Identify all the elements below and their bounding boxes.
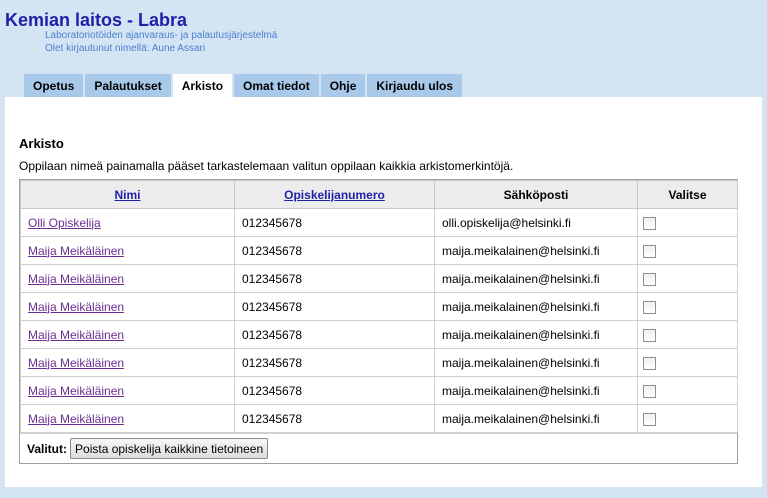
name-cell: Maija Meikäläinen xyxy=(20,348,235,377)
content-panel: Arkisto Oppilaan nimeä painamalla pääset… xyxy=(5,97,762,487)
name-cell: Olli Opiskelija xyxy=(20,208,235,237)
select-cell xyxy=(637,404,738,433)
select-checkbox[interactable] xyxy=(643,412,656,426)
select-checkbox[interactable] xyxy=(643,328,656,342)
table-row: Maija Meikäläinen 012345678 maija.meikal… xyxy=(20,376,738,405)
archive-table-container: Nimi Opiskelijanumero Sähköposti Valitse… xyxy=(19,179,738,464)
tab-kirjaudu-ulos[interactable]: Kirjaudu ulos xyxy=(367,74,463,97)
main-tabs: Opetus Palautukset Arkisto Omat tiedot O… xyxy=(24,74,464,97)
email-cell: maija.meikalainen@helsinki.fi xyxy=(434,236,638,265)
student-name-link[interactable]: Maija Meikäläinen xyxy=(28,356,124,370)
student-number-cell: 012345678 xyxy=(234,292,435,321)
student-name-link[interactable]: Maija Meikäläinen xyxy=(28,272,124,286)
student-number-cell: 012345678 xyxy=(234,236,435,265)
table-row: Maija Meikäläinen 012345678 maija.meikal… xyxy=(20,264,738,293)
email-cell: maija.meikalainen@helsinki.fi xyxy=(434,264,638,293)
student-name-link[interactable]: Olli Opiskelija xyxy=(28,216,101,230)
table-header-row: Nimi Opiskelijanumero Sähköposti Valitse xyxy=(20,180,738,209)
select-cell xyxy=(637,208,738,237)
app-title: Kemian laitos - Labra xyxy=(5,10,188,30)
student-name-link[interactable]: Maija Meikäläinen xyxy=(28,244,124,258)
page-description: Oppilaan nimeä painamalla pääset tarkast… xyxy=(19,159,514,173)
student-number-cell: 012345678 xyxy=(234,404,435,433)
column-header-email: Sähköposti xyxy=(434,180,638,209)
name-cell: Maija Meikäläinen xyxy=(20,236,235,265)
column-header-select: Valitse xyxy=(637,180,738,209)
name-cell: Maija Meikäläinen xyxy=(20,292,235,321)
tab-arkisto[interactable]: Arkisto xyxy=(172,74,233,97)
select-cell xyxy=(637,236,738,265)
student-number-cell: 012345678 xyxy=(234,376,435,405)
select-cell xyxy=(637,376,738,405)
column-header-student-number: Opiskelijanumero xyxy=(234,180,435,209)
select-checkbox[interactable] xyxy=(643,384,656,398)
table-row: Maija Meikäläinen 012345678 maija.meikal… xyxy=(20,320,738,349)
student-number-cell: 012345678 xyxy=(234,348,435,377)
tab-palautukset[interactable]: Palautukset xyxy=(85,74,171,97)
select-cell xyxy=(637,292,738,321)
tab-ohje[interactable]: Ohje xyxy=(320,74,366,97)
sort-by-student-number-link[interactable]: Opiskelijanumero xyxy=(284,188,385,202)
email-cell: maija.meikalainen@helsinki.fi xyxy=(434,292,638,321)
student-number-cell: 012345678 xyxy=(234,208,435,237)
select-checkbox[interactable] xyxy=(643,272,656,286)
system-description: Laboratoriotöiden ajanvaraus- ja palautu… xyxy=(45,30,278,41)
student-number-cell: 012345678 xyxy=(234,264,435,293)
email-cell: maija.meikalainen@helsinki.fi xyxy=(434,404,638,433)
email-cell: maija.meikalainen@helsinki.fi xyxy=(434,320,638,349)
table-row: Maija Meikäläinen 012345678 maija.meikal… xyxy=(20,348,738,377)
name-cell: Maija Meikäläinen xyxy=(20,376,235,405)
student-name-link[interactable]: Maija Meikäläinen xyxy=(28,300,124,314)
name-cell: Maija Meikäläinen xyxy=(20,404,235,433)
logged-in-user: Olet kirjautunut nimellä: Aune Assari xyxy=(45,43,206,54)
select-checkbox[interactable] xyxy=(643,216,656,230)
select-checkbox[interactable] xyxy=(643,244,656,258)
header-subtitle: Laboratoriotöiden ajanvaraus- ja palautu… xyxy=(45,29,277,55)
page-title: Arkisto xyxy=(19,136,64,151)
tab-opetus[interactable]: Opetus xyxy=(24,74,84,97)
name-cell: Maija Meikäläinen xyxy=(20,320,235,349)
select-checkbox[interactable] xyxy=(643,300,656,314)
table-row: Maija Meikäläinen 012345678 maija.meikal… xyxy=(20,236,738,265)
table-footer: Valitut: Poista opiskelija kaikkine tiet… xyxy=(20,433,737,463)
select-cell xyxy=(637,264,738,293)
selected-label: Valitut: xyxy=(27,441,68,456)
table-row: Maija Meikäläinen 012345678 maija.meikal… xyxy=(20,404,738,433)
student-name-link[interactable]: Maija Meikäläinen xyxy=(28,384,124,398)
table-row: Olli Opiskelija 012345678 olli.opiskelij… xyxy=(20,208,738,237)
sort-by-name-link[interactable]: Nimi xyxy=(114,188,140,202)
table-row: Maija Meikäläinen 012345678 maija.meikal… xyxy=(20,292,738,321)
email-cell: olli.opiskelija@helsinki.fi xyxy=(434,208,638,237)
tab-omat-tiedot[interactable]: Omat tiedot xyxy=(234,74,319,97)
student-number-cell: 012345678 xyxy=(234,320,435,349)
delete-student-button[interactable]: Poista opiskelija kaikkine tietoineen xyxy=(70,438,269,459)
email-cell: maija.meikalainen@helsinki.fi xyxy=(434,348,638,377)
student-name-link[interactable]: Maija Meikäläinen xyxy=(28,328,124,342)
student-name-link[interactable]: Maija Meikäläinen xyxy=(28,412,124,426)
select-cell xyxy=(637,348,738,377)
name-cell: Maija Meikäläinen xyxy=(20,264,235,293)
column-header-name: Nimi xyxy=(20,180,235,209)
archive-table: Nimi Opiskelijanumero Sähköposti Valitse… xyxy=(20,180,738,433)
email-cell: maija.meikalainen@helsinki.fi xyxy=(434,376,638,405)
select-cell xyxy=(637,320,738,349)
select-checkbox[interactable] xyxy=(643,356,656,370)
